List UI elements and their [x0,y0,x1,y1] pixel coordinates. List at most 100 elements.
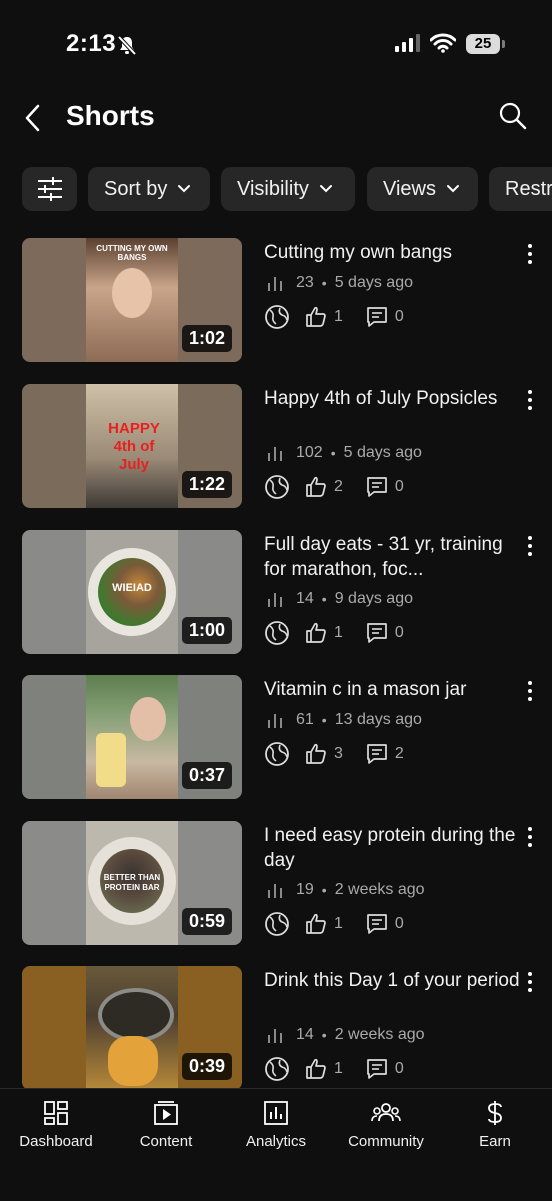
thumbnail-frame [86,675,178,799]
video-thumbnail[interactable]: HAPPY 4th of July 1:22 [22,384,242,508]
video-meta: 61 • 13 days ago [266,711,422,729]
comment-count: 2 [394,745,404,762]
video-meta: 23 • 5 days ago [266,274,413,292]
nav-label: Earn [479,1133,511,1150]
nav-item-dashboard[interactable]: Dashboard [1,1099,111,1150]
duration-badge: 0:37 [181,762,232,789]
globe-icon [265,742,289,766]
comment-count: 0 [394,478,404,495]
more-vert-icon[interactable] [522,970,538,994]
list-item[interactable]: 0:37 Vitamin c in a mason jar 61 • 13 da… [0,675,552,803]
video-meta: 14 • 2 weeks ago [266,1026,425,1044]
video-thumbnail[interactable]: 0:39 [22,966,242,1090]
nav-item-analytics[interactable]: Analytics [221,1099,331,1150]
video-title[interactable]: Happy 4th of July Popsicles [264,386,520,411]
cellular-signal-icon [395,34,420,52]
thumbnail-caption: CUTTING MY OWN BANGS [96,244,168,262]
list-item[interactable]: 0:39 Drink this Day 1 of your period 14 … [0,966,552,1094]
like-count: 2 [334,478,343,495]
bell-muted-icon [117,35,137,56]
nav-label: Community [348,1133,424,1150]
thumbnail-caption: BETTER THAN PROTEIN BAR [103,873,161,892]
filter-chip-bar: Sort by Visibility Views Restr [0,167,552,213]
nav-item-earn[interactable]: Earn [440,1099,550,1150]
video-title[interactable]: Full day eats - 31 yr, training for mara… [264,532,520,582]
comment-icon [367,1059,387,1079]
thumbnail-caption: HAPPY 4th of July [108,420,160,473]
restrictions-chip[interactable]: Restr [489,167,552,211]
sliders-icon [37,177,62,201]
meta-separator: • [321,882,327,898]
video-title[interactable]: I need easy protein during the day [264,823,520,873]
views-bars-icon [268,277,282,291]
video-title[interactable]: Vitamin c in a mason jar [264,677,520,702]
video-title[interactable]: Cutting my own bangs [264,240,520,265]
back-arrow-icon[interactable] [20,100,48,136]
list-item[interactable]: BETTER THAN PROTEIN BAR 0:59 I need easy… [0,821,552,949]
video-stats: 1 0 [264,1056,426,1082]
view-count: 102 [296,444,323,461]
like-count: 3 [334,745,343,762]
like-count: 1 [334,1060,343,1077]
wifi-icon [430,33,456,53]
search-icon[interactable] [496,99,530,133]
video-thumbnail[interactable]: BETTER THAN PROTEIN BAR 0:59 [22,821,242,945]
content-icon [154,1101,178,1125]
duration-badge: 1:02 [181,325,232,352]
chip-label: Sort by [104,177,168,200]
chip-label: Views [383,177,436,200]
status-time: 2:13 [66,30,117,57]
video-stats: 1 0 [264,620,426,646]
battery-indicator: 25 [466,34,500,54]
comment-icon [367,914,387,934]
visibility-chip[interactable]: Visibility [221,167,355,211]
video-thumbnail[interactable]: 0:37 [22,675,242,799]
meta-separator: • [321,275,327,291]
video-stats: 1 0 [264,911,426,937]
earn-icon [488,1101,502,1125]
chevron-down-icon [447,185,459,193]
nav-item-community[interactable]: Community [331,1099,441,1150]
list-item[interactable]: WIEIAD 1:00 Full day eats - 31 yr, train… [0,530,552,658]
meta-separator: • [330,445,336,461]
sort-by-chip[interactable]: Sort by [88,167,210,211]
video-age: 13 days ago [334,711,422,728]
thumbnail-frame: CUTTING MY OWN BANGS [86,238,178,362]
more-vert-icon[interactable] [522,388,538,412]
filter-settings-button[interactable] [22,167,77,211]
thumbs-up-icon [306,913,326,934]
views-bars-icon [268,884,282,898]
more-vert-icon[interactable] [522,825,538,849]
like-count: 1 [334,915,343,932]
more-vert-icon[interactable] [522,242,538,266]
globe-icon [265,475,289,499]
video-meta: 19 • 2 weeks ago [266,881,425,899]
views-bars-icon [268,1029,282,1043]
comment-count: 0 [394,624,404,641]
video-stats: 2 0 [264,474,426,500]
duration-badge: 0:59 [181,908,232,935]
comment-icon [367,307,387,327]
list-item[interactable]: CUTTING MY OWN BANGS 1:02 Cutting my own… [0,238,552,366]
video-thumbnail[interactable]: WIEIAD 1:00 [22,530,242,654]
more-vert-icon[interactable] [522,679,538,703]
nav-item-content[interactable]: Content [111,1099,221,1150]
thumbs-up-icon [306,622,326,643]
like-count: 1 [334,308,343,325]
view-count: 14 [296,1026,314,1043]
views-chip[interactable]: Views [367,167,478,211]
video-title[interactable]: Drink this Day 1 of your period [264,968,520,993]
video-thumbnail[interactable]: CUTTING MY OWN BANGS 1:02 [22,238,242,362]
nav-label: Dashboard [19,1133,93,1150]
app-header: Shorts [0,90,552,146]
globe-icon [265,912,289,936]
thumbs-up-icon [306,476,326,497]
nav-label: Analytics [245,1133,307,1150]
video-stats: 3 2 [264,741,426,767]
list-item[interactable]: HAPPY 4th of July 1:22 Happy 4th of July… [0,384,552,512]
views-bars-icon [268,593,282,607]
meta-separator: • [321,1027,327,1043]
video-meta: 14 • 9 days ago [266,590,413,608]
video-age: 2 weeks ago [334,1026,425,1043]
more-vert-icon[interactable] [522,534,538,558]
